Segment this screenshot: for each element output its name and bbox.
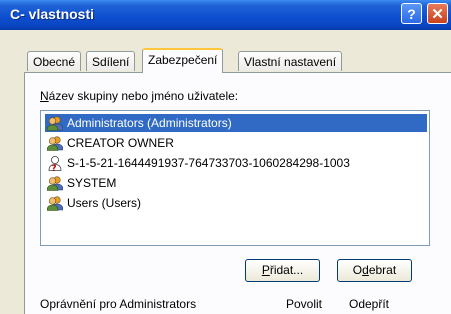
tab-security[interactable]: Zabezpečení	[142, 48, 224, 73]
svg-text:?: ?	[51, 164, 56, 171]
group-icon	[47, 116, 63, 131]
help-button[interactable]: ?	[401, 3, 422, 24]
remove-label-end: ebrat	[368, 263, 397, 277]
list-item[interactable]: CREATOR OWNER	[45, 134, 427, 152]
principal-name: Users (Users)	[67, 196, 141, 210]
allow-column-header: Povolit	[286, 297, 323, 311]
group-names-label: Název skupiny nebo jméno uživatele:	[40, 89, 238, 103]
list-item[interactable]: Users (Users)	[45, 194, 427, 212]
remove-label-start: O	[352, 263, 363, 277]
tab-customize[interactable]: Vlastní nastavení	[238, 51, 343, 71]
principal-name: CREATOR OWNER	[67, 136, 174, 150]
add-label: řidat...	[269, 263, 304, 277]
close-button[interactable]: ✕	[427, 3, 448, 24]
list-item[interactable]: SYSTEM	[45, 174, 427, 192]
principals-list[interactable]: Administrators (Administrators) CREATOR …	[40, 110, 430, 246]
principal-name: SYSTEM	[67, 176, 117, 190]
permissions-for-label: Oprávnění pro Administrators	[40, 297, 197, 311]
deny-column-header: Odepřít	[349, 297, 390, 311]
add-accel: P	[261, 263, 270, 277]
list-item[interactable]: Administrators (Administrators)	[45, 114, 427, 132]
title-bar[interactable]: C- vlastnosti ? ✕	[0, 0, 451, 30]
group-names-text: ázev skupiny nebo jméno uživatele:	[48, 89, 239, 103]
tab-sharing[interactable]: Sdílení	[86, 51, 136, 71]
remove-button[interactable]: Odebrat	[337, 259, 412, 282]
principal-name: S-1-5-21-1644491937-764733703-1060284298…	[67, 156, 350, 170]
principal-name: Administrators (Administrators)	[67, 116, 232, 130]
group-names-accel: N	[40, 89, 49, 103]
remove-accel: d	[362, 263, 369, 277]
unknown-user-icon: ?	[48, 156, 62, 171]
tab-general[interactable]: Obecné	[27, 51, 82, 71]
group-icon	[47, 196, 63, 211]
window-title: C- vlastnosti	[10, 6, 95, 22]
list-item[interactable]: ? S-1-5-21-1644491937-764733703-10602842…	[45, 154, 427, 172]
add-button[interactable]: Přidat...	[245, 259, 320, 282]
group-icon	[47, 176, 63, 191]
group-icon	[47, 136, 63, 151]
tab-strip: Obecné Sdílení Zabezpečení Vlastní nasta…	[0, 48, 451, 73]
